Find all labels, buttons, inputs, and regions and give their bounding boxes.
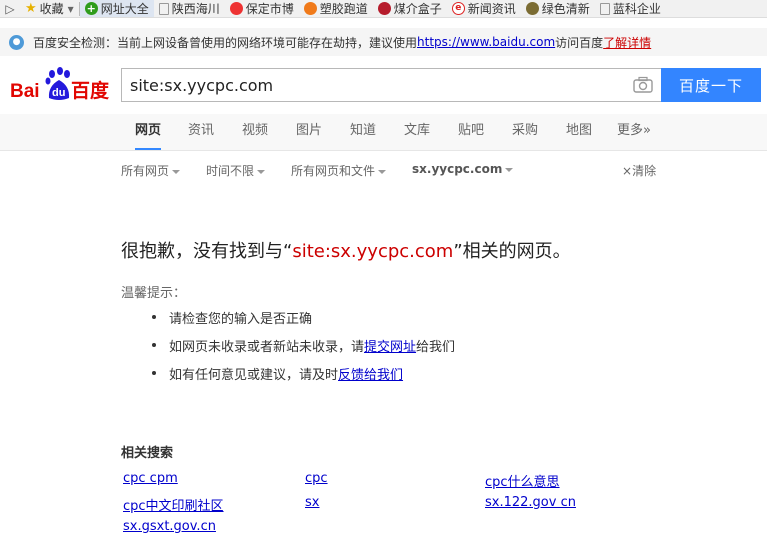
filter-time-label: 时间不限 — [206, 164, 255, 178]
bookmark-item-3[interactable]: 塑胶跑道 — [299, 0, 373, 17]
plus-icon: + — [84, 2, 98, 15]
search-tabs: 网页 资讯 视频 图片 知道 文库 贴吧 采购 地图 更多» — [0, 114, 767, 151]
filter-scope[interactable]: 所有网页 — [121, 162, 181, 179]
no-result-query: site:sx.yycpc.com — [292, 241, 454, 262]
svg-text:du: du — [52, 87, 65, 99]
bookmark-label: 新闻资讯 — [467, 2, 516, 16]
bookmark-item-4[interactable]: 煤介盒子 — [373, 0, 447, 17]
bookmark-label: 保定市博 — [245, 2, 294, 16]
no-result-message: 很抱歉，没有找到与“site:sx.yycpc.com”相关的网页。 — [121, 237, 571, 263]
tip-text: 给我们 — [416, 340, 456, 355]
bookmark-favorites[interactable]: ★ 收藏 ▾ — [20, 0, 79, 17]
filter-filetype-label: 所有网页和文件 — [291, 164, 376, 178]
star-icon: ★ — [25, 1, 37, 16]
bookmark-label: 网址大全 — [100, 2, 149, 16]
site-logo-icon — [525, 2, 539, 15]
related-link-6[interactable]: sx.gsxt.gov.cn — [123, 519, 216, 534]
tip-text: 如网页未收录或者新站未收录，请 — [169, 340, 365, 355]
paw-icon: ● — [9, 34, 24, 50]
camera-icon[interactable] — [633, 76, 653, 94]
close-icon: × — [622, 164, 633, 178]
bookmark-item-0[interactable]: + 网址大全 — [79, 0, 154, 17]
notice-after: 访问百度 — [555, 35, 604, 50]
related-link-4[interactable]: sx — [305, 495, 319, 510]
clear-label: 清除 — [632, 164, 657, 178]
tip-item: 请检查您的输入是否正确 — [150, 308, 455, 336]
tip-text: 请检查您的输入是否正确 — [169, 312, 313, 327]
bookmarks-expand-icon[interactable]: ▷ — [0, 2, 20, 16]
ie-icon: e — [451, 2, 465, 15]
tab-news[interactable]: 资讯 — [188, 114, 214, 150]
tab-wenku[interactable]: 文库 — [404, 114, 430, 150]
chevron-down-icon: ▾ — [67, 1, 74, 16]
tab-more[interactable]: 更多» — [617, 114, 651, 150]
svg-text:Bai: Bai — [10, 81, 40, 102]
related-searches-title: 相关搜索 — [121, 446, 174, 461]
bookmark-item-6[interactable]: 绿色清新 — [521, 0, 595, 17]
tip-item: 如有任何意见或建议，请及时反馈给我们 — [150, 364, 455, 392]
site-logo-icon — [377, 2, 391, 15]
bookmark-label: 陕西海川 — [171, 2, 220, 16]
site-logo-icon — [303, 2, 317, 15]
search-header: Bai du 百度 百度一下 — [0, 60, 767, 114]
caret-down-icon — [378, 169, 387, 174]
search-filters: 所有网页 时间不限 所有网页和文件 sx.yycpc.com ×清除 — [0, 162, 767, 182]
caret-down-icon — [257, 169, 266, 174]
bookmark-item-5[interactable]: e 新闻资讯 — [447, 0, 521, 17]
bookmark-label: 塑胶跑道 — [319, 2, 368, 16]
site-logo-icon — [229, 2, 243, 15]
learn-more-link[interactable]: 了解详情 — [603, 34, 651, 51]
baidu-https-link[interactable]: https://www.baidu.com — [417, 35, 555, 49]
bookmark-label: 绿色清新 — [541, 2, 590, 16]
tab-purchase[interactable]: 采购 — [512, 114, 538, 150]
clear-filters-button[interactable]: ×清除 — [622, 162, 656, 179]
related-link-1[interactable]: cpc — [305, 471, 328, 486]
tab-images[interactable]: 图片 — [296, 114, 322, 150]
tab-video[interactable]: 视频 — [242, 114, 268, 150]
tab-tieba[interactable]: 贴吧 — [458, 114, 484, 150]
filter-time[interactable]: 时间不限 — [206, 162, 266, 179]
submit-url-link[interactable]: 提交网址 — [364, 340, 416, 355]
filter-site[interactable]: sx.yycpc.com — [412, 162, 514, 176]
related-link-2[interactable]: cpc什么意思 — [485, 471, 560, 490]
bookmarks-bar: ▷ ★ 收藏 ▾ + 网址大全 陕西海川 保定市博 塑胶跑道 煤介盒子 e 新闻… — [0, 0, 767, 18]
search-input[interactable] — [122, 69, 622, 101]
bookmark-item-7[interactable]: 蓝科企业 — [595, 0, 666, 17]
page-icon — [158, 2, 169, 15]
search-box — [121, 68, 661, 102]
tab-map[interactable]: 地图 — [566, 114, 592, 150]
no-result-prefix: 很抱歉，没有找到与“ — [121, 241, 293, 262]
bookmark-item-2[interactable]: 保定市博 — [225, 0, 299, 17]
baidu-logo[interactable]: Bai du 百度 — [10, 66, 114, 104]
bookmark-label: 煤介盒子 — [393, 2, 442, 16]
tab-zhidao[interactable]: 知道 — [350, 114, 376, 150]
notice-text: 百度安全检测：当前上网设备曾使用的网络环境可能存在劫持，建议使用 — [33, 35, 418, 50]
baidu-logo-icon: Bai du 百度 — [10, 67, 110, 102]
page-icon — [599, 2, 610, 15]
filter-filetype[interactable]: 所有网页和文件 — [291, 162, 387, 179]
svg-text:百度: 百度 — [71, 79, 110, 102]
related-link-5[interactable]: sx.122.gov cn — [485, 495, 576, 510]
caret-down-icon — [172, 169, 181, 174]
bookmark-label: 蓝科企业 — [612, 2, 661, 16]
filter-site-label: sx.yycpc.com — [412, 162, 503, 176]
tip-item: 如网页未收录或者新站未收录，请提交网址给我们 — [150, 336, 455, 364]
bookmark-favorites-label: 收藏 — [39, 2, 64, 16]
related-link-0[interactable]: cpc cpm — [123, 471, 178, 486]
feedback-link[interactable]: 反馈给我们 — [338, 368, 403, 383]
tip-text: 如有任何意见或建议，请及时 — [169, 368, 339, 383]
tips-list: 请检查您的输入是否正确 如网页未收录或者新站未收录，请提交网址给我们 如有任何意… — [150, 308, 455, 392]
related-link-3[interactable]: cpc中文印刷社区 — [123, 495, 224, 514]
search-button[interactable]: 百度一下 — [661, 68, 761, 102]
bookmark-item-1[interactable]: 陕西海川 — [154, 0, 225, 17]
filter-scope-label: 所有网页 — [121, 164, 170, 178]
tab-web[interactable]: 网页 — [135, 114, 162, 150]
tips-title: 温馨提示： — [121, 286, 187, 301]
security-notice: ● 百度安全检测：当前上网设备曾使用的网络环境可能存在劫持，建议使用 https:… — [0, 28, 767, 56]
caret-down-icon — [505, 167, 514, 172]
no-result-suffix: ”相关的网页。 — [453, 241, 571, 262]
